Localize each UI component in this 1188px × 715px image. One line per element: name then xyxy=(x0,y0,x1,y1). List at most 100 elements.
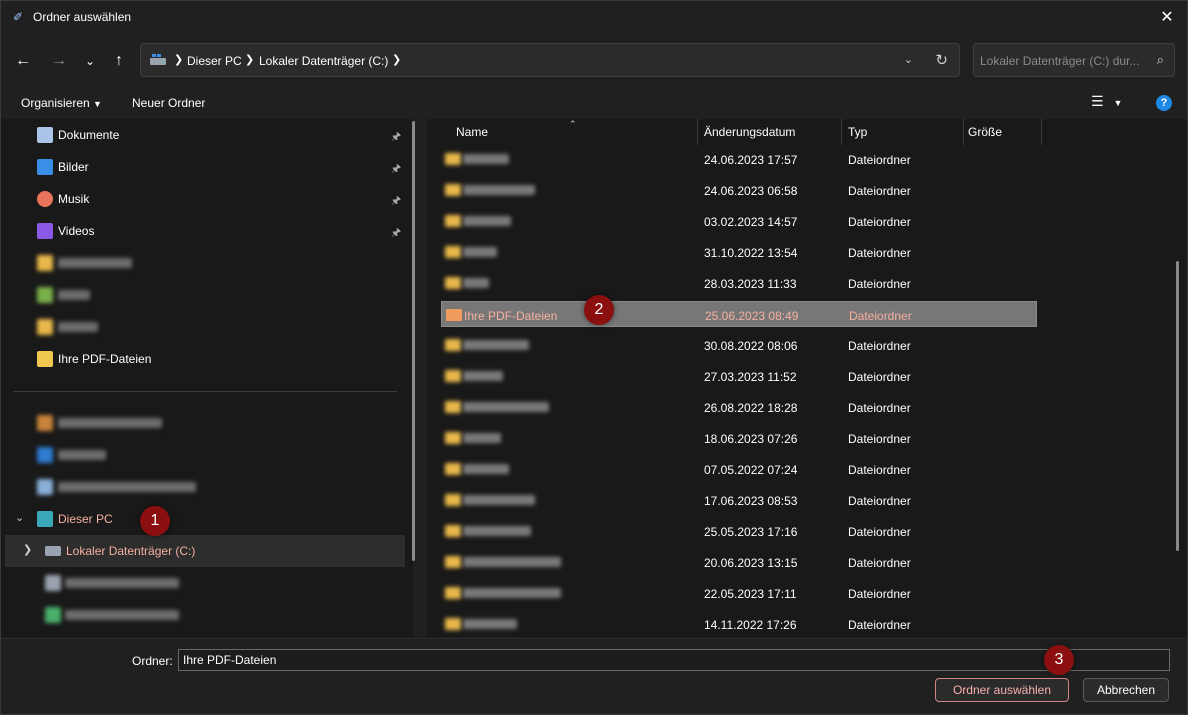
folder-icon xyxy=(445,215,461,227)
file-row[interactable]: 26.08.2022 18:28 Dateiordner xyxy=(441,394,1037,420)
address-bar[interactable]: ❯ Dieser PC ❯ Lokaler Datenträger (C:) ❯… xyxy=(140,43,960,77)
sidebar-item-this-pc[interactable]: ⌄ Dieser PC xyxy=(1,503,405,535)
folder-icon xyxy=(37,319,53,335)
redacted-file-name xyxy=(463,371,503,381)
pin-icon[interactable]: 🖈 xyxy=(391,128,401,147)
new-folder-button[interactable]: Neuer Ordner xyxy=(132,96,205,110)
redacted-label xyxy=(58,418,162,428)
file-type: Dateiordner xyxy=(848,339,911,353)
file-row[interactable]: 18.06.2023 07:26 Dateiordner xyxy=(441,425,1037,451)
organize-button[interactable]: Organisieren ▼ xyxy=(21,96,102,110)
column-separator[interactable] xyxy=(697,119,698,145)
redacted-label xyxy=(58,258,132,268)
forward-button[interactable]: → xyxy=(47,49,71,73)
file-date: 20.06.2023 13:15 xyxy=(704,556,798,570)
column-header-date[interactable]: Änderungsdatum xyxy=(704,125,795,139)
sidebar-item-pdf-folder[interactable]: Ihre PDF-Dateien xyxy=(1,343,405,375)
column-header-name[interactable]: Name xyxy=(456,125,488,139)
sidebar-item-blurred[interactable] xyxy=(1,311,405,343)
navigation-bar: ← → ⌄ ↑ ❯ Dieser PC ❯ Lokaler Datenträge… xyxy=(1,37,1187,83)
select-folder-button[interactable]: Ordner auswählen xyxy=(935,678,1069,702)
redacted-label xyxy=(58,450,106,460)
folder-icon xyxy=(37,287,53,303)
file-row[interactable]: 30.08.2022 08:06 Dateiordner xyxy=(441,332,1037,358)
up-button[interactable]: ↑ xyxy=(107,49,131,73)
help-icon[interactable]: ? xyxy=(1156,95,1172,111)
folder-icon xyxy=(445,618,461,630)
file-date: 17.06.2023 08:53 xyxy=(704,494,798,508)
file-row[interactable]: 17.06.2023 08:53 Dateiordner xyxy=(441,487,1037,513)
sidebar-item-blurred[interactable] xyxy=(1,279,405,311)
pin-icon[interactable]: 🖈 xyxy=(391,192,401,211)
file-list-scrollbar[interactable] xyxy=(1176,261,1179,551)
folder-field-label: Ordner: xyxy=(132,654,173,668)
sidebar-item-blurred[interactable] xyxy=(1,567,405,599)
breadcrumb-drive-c[interactable]: Lokaler Datenträger (C:) xyxy=(259,54,388,68)
annotation-marker-1: 1 xyxy=(140,506,170,536)
file-type: Dateiordner xyxy=(848,184,911,198)
redacted-file-name xyxy=(463,340,529,350)
pin-icon[interactable]: 🖈 xyxy=(391,160,401,179)
file-date: 22.05.2023 17:11 xyxy=(704,587,797,601)
redacted-file-name xyxy=(463,464,509,474)
sidebar-item-blurred[interactable] xyxy=(1,247,405,279)
cancel-button[interactable]: Abbrechen xyxy=(1083,678,1169,702)
chevron-down-icon[interactable]: ⌄ xyxy=(15,511,24,524)
recent-locations-button[interactable]: ⌄ xyxy=(78,49,102,73)
dialog-footer: Ordner: Ordner auswählen Abbrechen xyxy=(1,638,1187,714)
file-row[interactable]: 07.05.2022 07:24 Dateiordner xyxy=(441,456,1037,482)
breadcrumb-separator-icon: ❯ xyxy=(174,54,184,66)
folder-icon xyxy=(445,494,461,506)
close-button[interactable]: ✕ xyxy=(1147,1,1187,33)
file-type: Dateiordner xyxy=(848,587,911,601)
sidebar-item-pictures[interactable]: Bilder 🖈 xyxy=(1,151,405,183)
sidebar-item-videos[interactable]: Videos 🖈 xyxy=(1,215,405,247)
back-button[interactable]: ← xyxy=(11,49,35,73)
file-type: Dateiordner xyxy=(848,401,911,415)
redacted-label xyxy=(58,322,98,332)
view-options-button[interactable]: ☰ ▼ xyxy=(1091,93,1131,113)
file-row[interactable]: 03.02.2023 14:57 Dateiordner xyxy=(441,208,1037,234)
search-box[interactable]: Lokaler Datenträger (C:) dur... ⌕ xyxy=(973,43,1175,77)
folder-icon xyxy=(445,246,461,258)
file-row[interactable]: 28.03.2023 11:33 Dateiordner xyxy=(441,270,1037,296)
pin-icon[interactable]: 🖈 xyxy=(391,224,401,243)
sidebar-item-blurred[interactable] xyxy=(1,471,405,503)
sidebar-item-music[interactable]: Musik 🖈 xyxy=(1,183,405,215)
column-separator[interactable] xyxy=(1041,119,1042,145)
folder-icon xyxy=(445,370,461,382)
sidebar-item-label: Lokaler Datenträger (C:) xyxy=(66,544,196,558)
sidebar-item-drive-c[interactable]: ❯ Lokaler Datenträger (C:) xyxy=(5,535,405,567)
file-row-selected[interactable]: Ihre PDF-Dateien 25.06.2023 08:49 Dateiord… xyxy=(441,301,1037,327)
sidebar-item-blurred[interactable] xyxy=(1,599,405,631)
file-date: 24.06.2023 17:57 xyxy=(704,153,798,167)
column-header-type[interactable]: Typ xyxy=(848,125,867,139)
file-row[interactable]: 14.11.2022 17:26 Dateiordner xyxy=(441,611,1037,637)
address-dropdown-icon[interactable]: ⌄ xyxy=(904,53,913,66)
sidebar-item-documents[interactable]: Dokumente 🖈 xyxy=(1,119,405,151)
folder-name-input[interactable] xyxy=(178,649,1170,671)
caret-down-icon: ▼ xyxy=(1113,98,1123,108)
chevron-right-icon[interactable]: ❯ xyxy=(23,543,32,556)
file-row[interactable]: 25.05.2023 17:16 Dateiordner xyxy=(441,518,1037,544)
refresh-icon[interactable]: ↻ xyxy=(935,51,948,69)
breadcrumb-this-pc[interactable]: Dieser PC xyxy=(187,54,242,68)
file-type: Dateiordner xyxy=(848,277,911,291)
folder-icon xyxy=(446,309,462,321)
file-row[interactable]: 20.06.2023 13:15 Dateiordner xyxy=(441,549,1037,575)
column-header-size[interactable]: Größe xyxy=(968,125,1002,139)
redacted-file-name xyxy=(463,216,511,226)
sidebar-scrollbar[interactable] xyxy=(412,121,415,561)
file-row[interactable]: 31.10.2022 13:54 Dateiordner xyxy=(441,239,1037,265)
file-row[interactable]: 22.05.2023 17:11 Dateiordner xyxy=(441,580,1037,606)
column-separator[interactable] xyxy=(841,119,842,145)
sidebar-item-blurred[interactable] xyxy=(1,439,405,471)
file-type: Dateiordner xyxy=(848,525,911,539)
file-row[interactable]: 27.03.2023 11:52 Dateiordner xyxy=(441,363,1037,389)
file-type: Dateiordner xyxy=(848,463,911,477)
file-row[interactable]: 24.06.2023 06:58 Dateiordner xyxy=(441,177,1037,203)
file-row[interactable]: 24.06.2023 17:57 Dateiordner xyxy=(441,146,1037,172)
sidebar-item-blurred[interactable] xyxy=(1,407,405,439)
column-separator[interactable] xyxy=(963,119,964,145)
folder-icon xyxy=(37,255,53,271)
